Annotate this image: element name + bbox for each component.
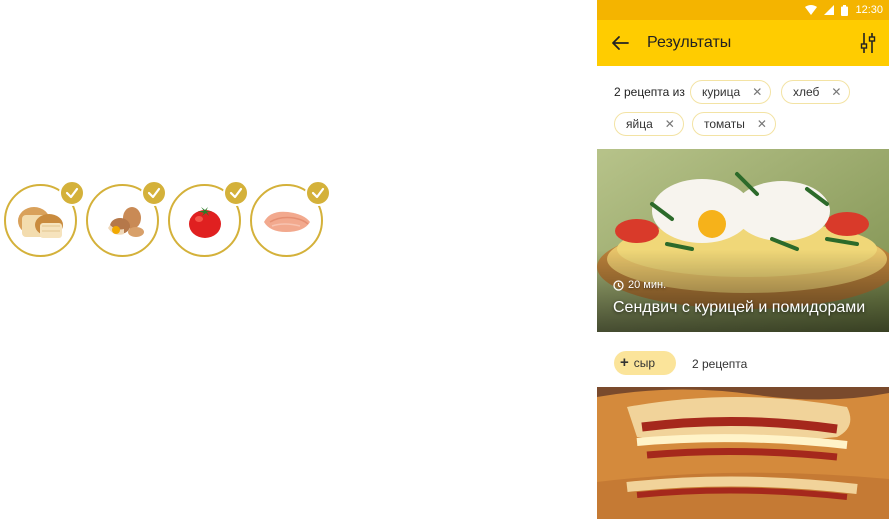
- cook-time: 20 мин.: [613, 279, 666, 291]
- filter-chip-bread[interactable]: хлеб ✕: [781, 80, 851, 104]
- close-icon[interactable]: ✕: [831, 86, 841, 98]
- ingredient-tomato[interactable]: [168, 180, 249, 257]
- add-ingredient-chip[interactable]: + сыр: [614, 351, 676, 375]
- phone-screen: 12:30 Результаты 2 рецепта из курица ✕ х…: [597, 0, 889, 519]
- suggestion-count: 2 рецепта: [692, 357, 748, 371]
- cook-time-label: 20 мин.: [628, 279, 667, 291]
- chip-label: курица: [702, 85, 741, 99]
- ingredient-eggs[interactable]: [86, 180, 167, 257]
- check-icon: [223, 180, 249, 206]
- chicken-icon: [263, 211, 310, 232]
- clock-icon: [613, 279, 624, 291]
- chip-label: яйца: [626, 117, 653, 131]
- close-icon[interactable]: ✕: [757, 118, 767, 130]
- app-bar: Результаты: [597, 20, 889, 66]
- page-title: Результаты: [647, 34, 732, 51]
- filter-chip-eggs[interactable]: яйца ✕: [614, 112, 684, 136]
- plus-icon: +: [620, 354, 629, 371]
- close-icon[interactable]: ✕: [752, 86, 762, 98]
- ingredient-bread[interactable]: [4, 180, 85, 257]
- back-arrow-icon[interactable]: [609, 32, 631, 54]
- check-icon: [305, 180, 331, 206]
- filter-chip-tomatoes[interactable]: томаты ✕: [692, 112, 776, 136]
- filter-icon[interactable]: [857, 31, 879, 55]
- suggestion-row: + сыр 2 рецепта: [597, 332, 889, 387]
- eggs-icon: [107, 206, 144, 237]
- recipe-title: Сендвич с курицей и помидорами: [613, 299, 866, 316]
- tomato-icon: [188, 206, 221, 238]
- check-icon: [59, 180, 85, 206]
- chip-label: томаты: [704, 117, 745, 131]
- status-time: 12:30: [855, 4, 883, 16]
- chip-label: хлеб: [793, 85, 820, 99]
- bread-icon: [17, 206, 63, 238]
- results-count: 2 рецепта из: [614, 85, 685, 99]
- check-icon: [141, 180, 167, 206]
- status-bar: 12:30: [597, 0, 889, 20]
- battery-icon: [841, 4, 849, 16]
- signal-icon: [824, 5, 835, 15]
- ingredient-chicken[interactable]: [250, 180, 331, 257]
- add-chip-label: сыр: [633, 356, 656, 370]
- recipe-photo: [597, 387, 889, 519]
- close-icon[interactable]: ✕: [665, 118, 675, 130]
- ingredient-filters: 2 рецепта из курица ✕ хлеб ✕ яйца ✕ тома…: [597, 66, 889, 149]
- recipe-card[interactable]: [597, 387, 889, 519]
- wifi-icon: [805, 5, 818, 15]
- filter-chip-chicken[interactable]: курица ✕: [690, 80, 772, 104]
- recipe-card[interactable]: 20 мин. Сендвич с курицей и помидорами: [597, 149, 889, 332]
